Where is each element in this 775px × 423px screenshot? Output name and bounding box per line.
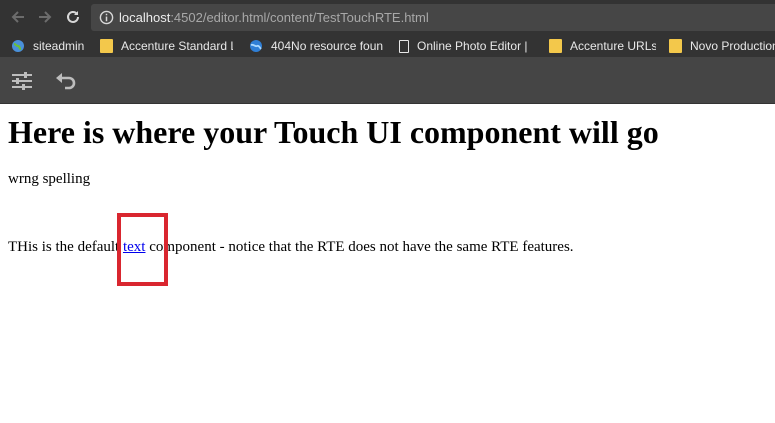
- page-properties-button[interactable]: [10, 69, 34, 93]
- globe-icon: [250, 40, 262, 52]
- page-heading: Here is where your Touch UI component wi…: [8, 114, 659, 150]
- url-text[interactable]: localhost:4502/editor.html/content/TestT…: [119, 9, 429, 26]
- para2-text-after: component - notice that the RTE does not…: [145, 239, 574, 255]
- bookmark-label: Online Photo Editor |: [417, 39, 528, 53]
- arrow-left-icon: [11, 11, 24, 23]
- editor-toolbar: [0, 57, 775, 104]
- bookmark-label: Accenture URLs: [570, 39, 656, 53]
- browser-navbar: localhost:4502/editor.html/content/TestT…: [0, 0, 775, 34]
- sliders-icon: [12, 72, 32, 90]
- bookmark-404[interactable]: 404No resource foun: [249, 37, 383, 55]
- folder-icon: [100, 39, 113, 53]
- address-bar[interactable]: localhost:4502/editor.html/content/TestT…: [91, 4, 775, 31]
- undo-button[interactable]: [54, 69, 78, 93]
- arrow-right-icon: [39, 11, 52, 23]
- bookmarks-bar: siteadmin Accenture Standard L 404No res…: [0, 34, 775, 57]
- reload-button[interactable]: [61, 5, 85, 29]
- bookmark-accenture-standard[interactable]: Accenture Standard L: [100, 37, 233, 55]
- globe-icon: [12, 40, 24, 52]
- bookmark-label: Accenture Standard L: [121, 39, 233, 53]
- document-icon: [399, 39, 409, 53]
- back-button[interactable]: [6, 5, 30, 29]
- bookmark-novo-production[interactable]: Novo Production: [669, 37, 775, 55]
- url-host: localhost: [119, 10, 171, 25]
- page-content: Here is where your Touch UI component wi…: [8, 104, 768, 255]
- bookmark-label: 404No resource foun: [271, 39, 383, 53]
- folder-icon: [549, 39, 562, 53]
- forward-button[interactable]: [33, 5, 57, 29]
- para2-text-before: THis is the default: [8, 239, 123, 255]
- bookmark-label: siteadmin: [33, 39, 85, 53]
- bookmark-accenture-urls[interactable]: Accenture URLs: [549, 37, 656, 55]
- highlight-box: [117, 213, 168, 286]
- undo-icon: [56, 73, 76, 90]
- bookmark-label: Novo Production: [690, 39, 775, 53]
- reload-icon: [67, 10, 79, 23]
- bookmark-siteadmin[interactable]: siteadmin: [11, 37, 99, 55]
- text-component-1[interactable]: wrng spelling: [8, 170, 90, 188]
- bookmark-online-photo-editor[interactable]: Online Photo Editor |: [399, 37, 529, 55]
- text-component-2[interactable]: THis is the default text component - not…: [8, 238, 574, 256]
- info-icon[interactable]: [99, 10, 114, 25]
- folder-icon: [669, 39, 682, 53]
- url-path: :4502/editor.html/content/TestTouchRTE.h…: [170, 10, 429, 25]
